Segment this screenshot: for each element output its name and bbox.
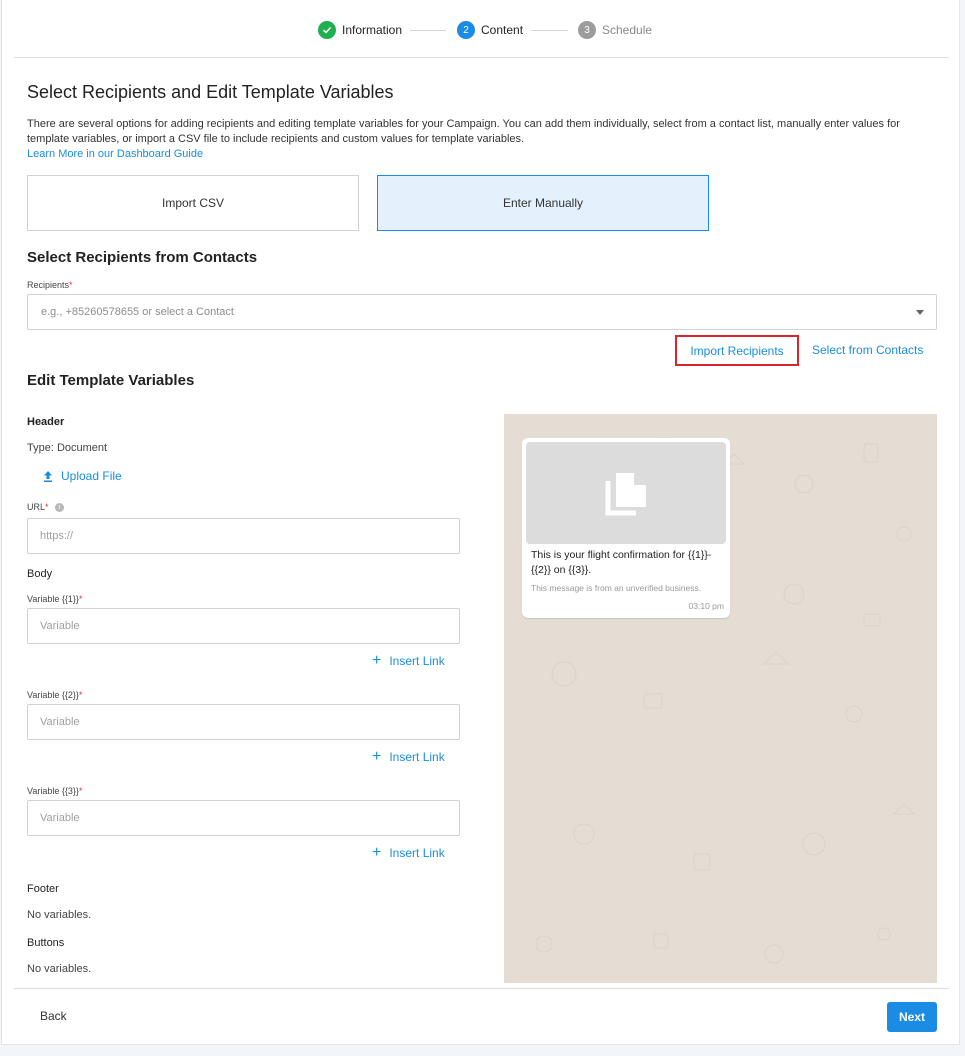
- insert-link-label: Insert Link: [389, 654, 445, 668]
- message-preview: This is your flight confirmation for {{1…: [504, 414, 937, 983]
- import-csv-option[interactable]: Import CSV: [27, 175, 359, 231]
- variable-1-input[interactable]: [27, 608, 460, 644]
- buttons-label: Buttons: [27, 937, 65, 949]
- progress-stepper: Information 2 Content 3 Schedule: [2, 0, 959, 58]
- recipients-placeholder: e.g., +85260578655 or select a Contact: [41, 306, 234, 318]
- enter-manually-option[interactable]: Enter Manually: [377, 175, 709, 231]
- chevron-down-icon[interactable]: [916, 310, 924, 315]
- step-number: 2: [457, 21, 475, 39]
- step-connector: [410, 30, 446, 31]
- plus-icon: +: [372, 652, 382, 669]
- message-bubble: This is your flight confirmation for {{1…: [522, 438, 730, 618]
- variable-label-text: Variable {{1}}: [27, 594, 79, 604]
- document-icon: [605, 473, 646, 516]
- insert-link-button-2[interactable]: + Insert Link: [372, 748, 445, 765]
- variable-2-input[interactable]: [27, 704, 460, 740]
- buttons-value: No variables.: [27, 963, 92, 975]
- footer-value: No variables.: [27, 909, 92, 921]
- variable-2-label: Variable {{2}}*: [27, 690, 82, 700]
- header-type: Type: Document: [27, 442, 108, 454]
- variable-label-text: Variable {{2}}: [27, 690, 79, 700]
- required-mark: *: [78, 594, 83, 604]
- step-content[interactable]: 2 Content: [457, 21, 523, 39]
- page-description: There are several options for adding rec…: [27, 118, 900, 145]
- campaign-card: Information 2 Content 3 Schedule Select …: [1, 0, 960, 1045]
- learn-more-link[interactable]: Learn More in our Dashboard Guide: [27, 148, 203, 160]
- upload-file-button[interactable]: Upload File: [42, 469, 122, 483]
- step-number: 3: [578, 21, 596, 39]
- header-label: Header: [27, 416, 65, 428]
- divider: [14, 988, 949, 989]
- select-from-contacts-button[interactable]: Select from Contacts: [812, 343, 923, 357]
- import-recipients-button[interactable]: Import Recipients: [675, 335, 799, 366]
- step-information[interactable]: Information: [318, 21, 402, 39]
- info-icon[interactable]: i: [55, 503, 65, 513]
- body-label: Body: [27, 568, 53, 580]
- back-button[interactable]: Back: [40, 1009, 67, 1023]
- check-icon: [318, 21, 336, 39]
- message-time: 03:10 pm: [688, 601, 724, 611]
- insert-link-label: Insert Link: [389, 750, 445, 764]
- step-connector: [531, 30, 568, 31]
- recipients-label-text: Recipients: [27, 280, 70, 290]
- plus-icon: +: [372, 844, 382, 861]
- template-section-title: Edit Template Variables: [27, 372, 195, 389]
- unverified-note: This message is from an unverified busin…: [531, 583, 702, 593]
- plus-icon: +: [372, 748, 382, 765]
- url-input[interactable]: [27, 518, 460, 554]
- recipients-section-title: Select Recipients from Contacts: [27, 249, 258, 266]
- required-mark: *: [69, 280, 73, 290]
- insert-link-button-3[interactable]: + Insert Link: [372, 844, 445, 861]
- upload-icon: [42, 470, 54, 483]
- required-mark: *: [45, 502, 49, 512]
- variable-1-label: Variable {{1}}*: [27, 594, 82, 604]
- insert-link-label: Insert Link: [389, 846, 445, 860]
- divider: [14, 57, 949, 58]
- recipients-select[interactable]: e.g., +85260578655 or select a Contact: [27, 294, 937, 330]
- required-mark: *: [78, 690, 83, 700]
- variable-3-label: Variable {{3}}*: [27, 786, 82, 796]
- upload-file-label: Upload File: [61, 469, 122, 483]
- step-label: Content: [481, 23, 524, 37]
- step-label: Information: [342, 23, 403, 37]
- message-text: This is your flight confirmation for {{1…: [531, 549, 712, 576]
- recipients-label: Recipients*: [27, 280, 73, 290]
- variable-3-input[interactable]: [27, 800, 460, 836]
- next-button[interactable]: Next: [887, 1002, 937, 1032]
- required-mark: *: [78, 786, 83, 796]
- url-label: URL* i: [27, 502, 65, 513]
- step-label: Schedule: [602, 23, 653, 37]
- footer-label: Footer: [27, 883, 59, 895]
- step-schedule[interactable]: 3 Schedule: [578, 21, 652, 39]
- variable-label-text: Variable {{3}}: [27, 786, 79, 796]
- insert-link-button-1[interactable]: + Insert Link: [372, 652, 445, 669]
- document-placeholder: [526, 442, 726, 544]
- page-title: Select Recipients and Edit Template Vari…: [27, 82, 394, 102]
- url-label-text: URL: [27, 502, 46, 512]
